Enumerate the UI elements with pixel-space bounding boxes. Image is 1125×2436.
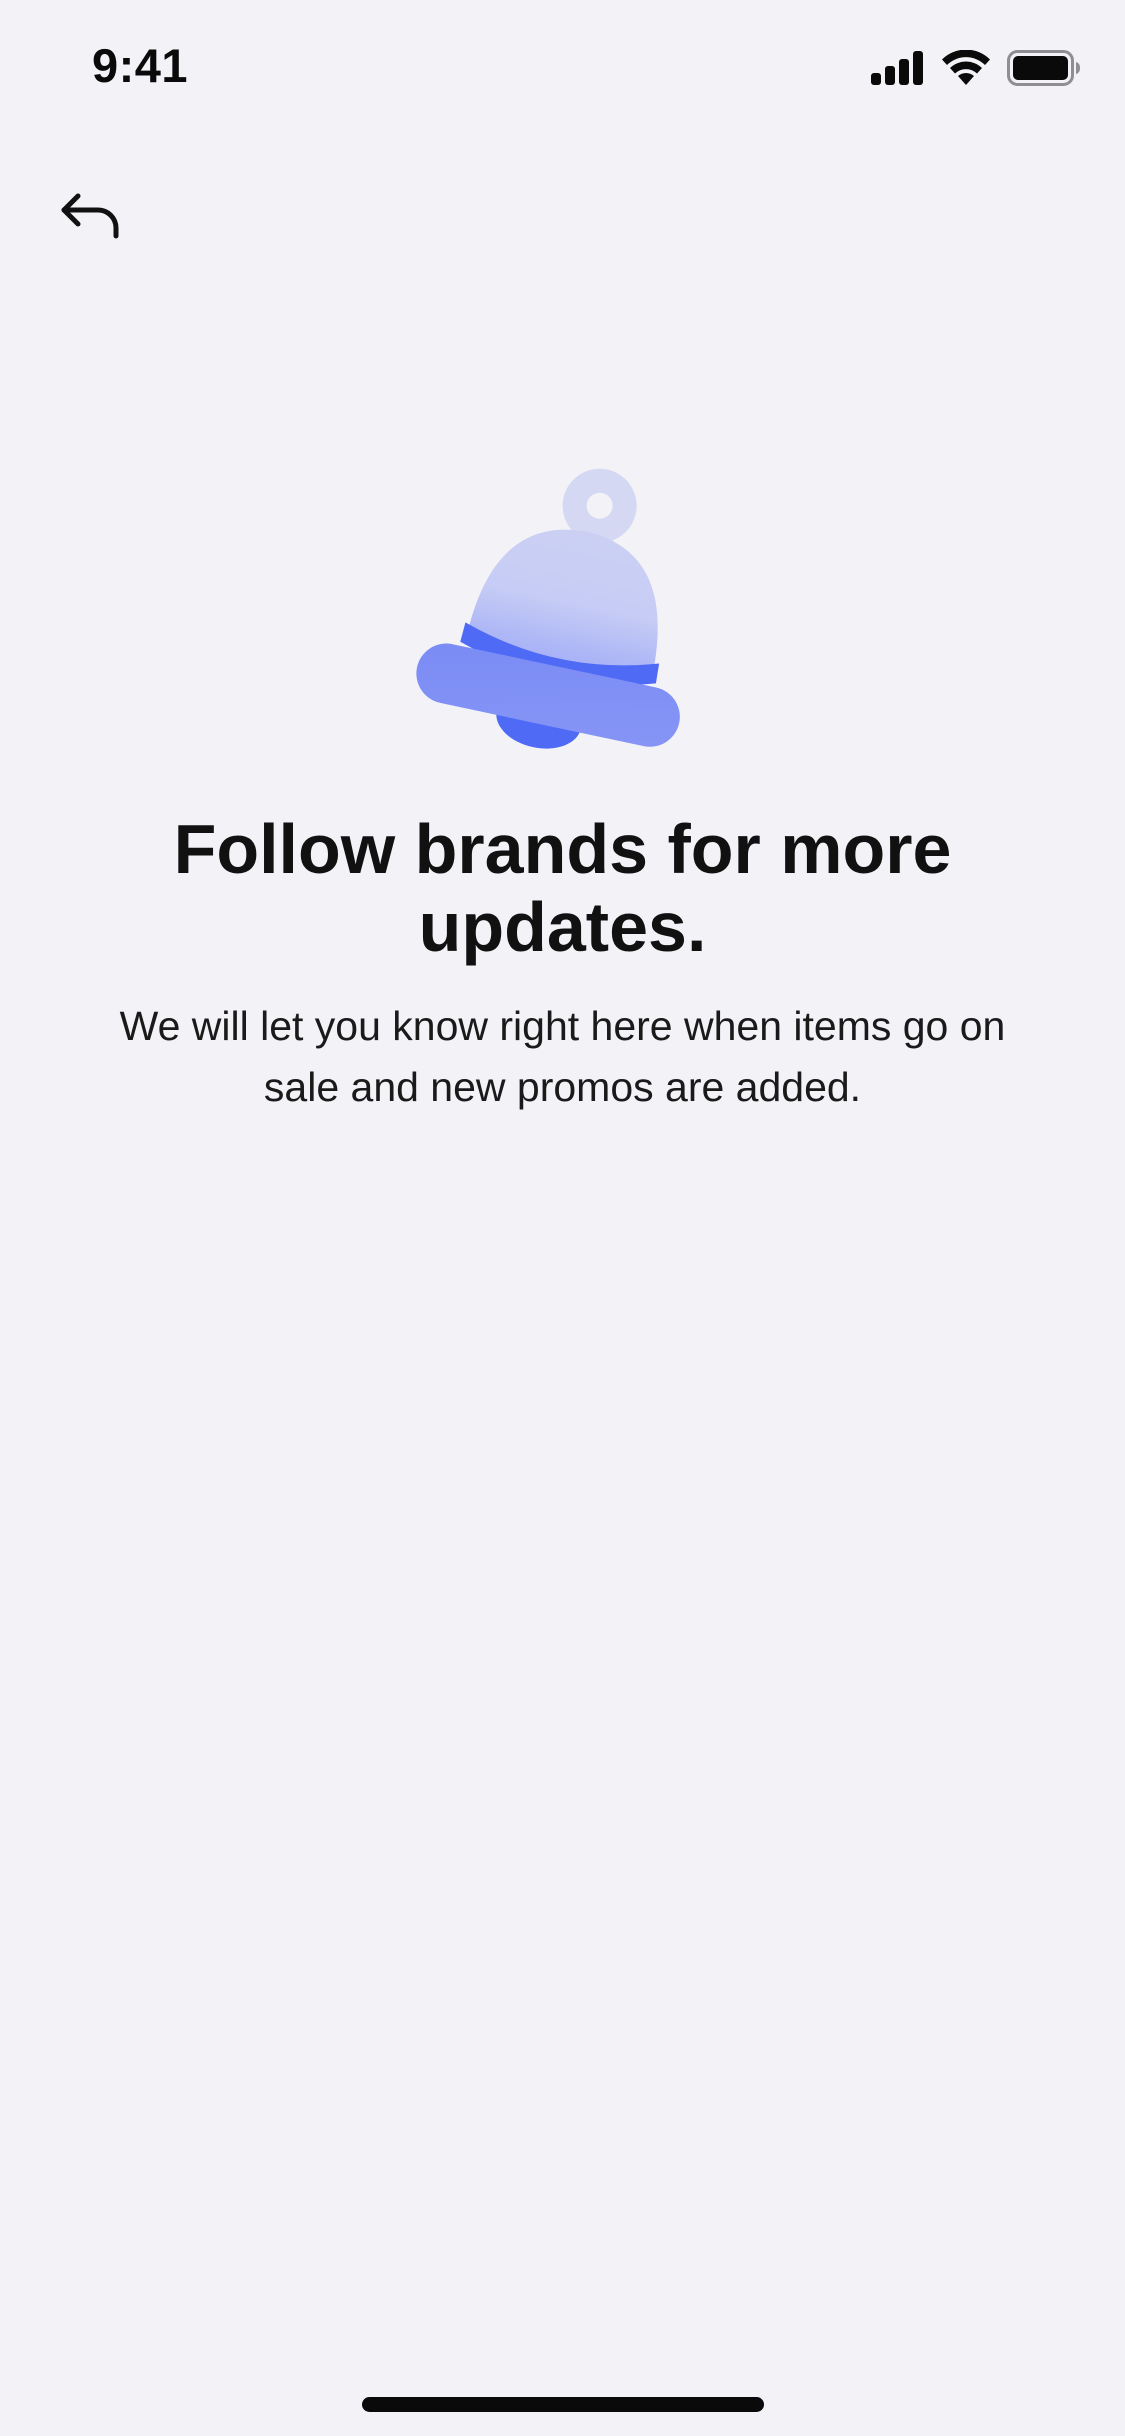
bell-icon [410, 468, 710, 774]
empty-state-title: Follow brands for more updates. [173, 810, 952, 966]
status-time: 9:41 [92, 39, 189, 92]
bell-illustration [410, 460, 710, 770]
back-arrow-icon [58, 190, 122, 251]
status-bar: 9:41 [0, 0, 1125, 132]
home-indicator[interactable] [362, 2397, 764, 2412]
empty-state-subtitle: We will let you know right here when ite… [119, 1003, 1006, 1110]
status-icons [871, 48, 1081, 88]
cellular-signal-icon [871, 51, 925, 85]
back-button[interactable] [50, 180, 130, 260]
battery-icon [1007, 50, 1081, 86]
wifi-icon [941, 50, 991, 86]
